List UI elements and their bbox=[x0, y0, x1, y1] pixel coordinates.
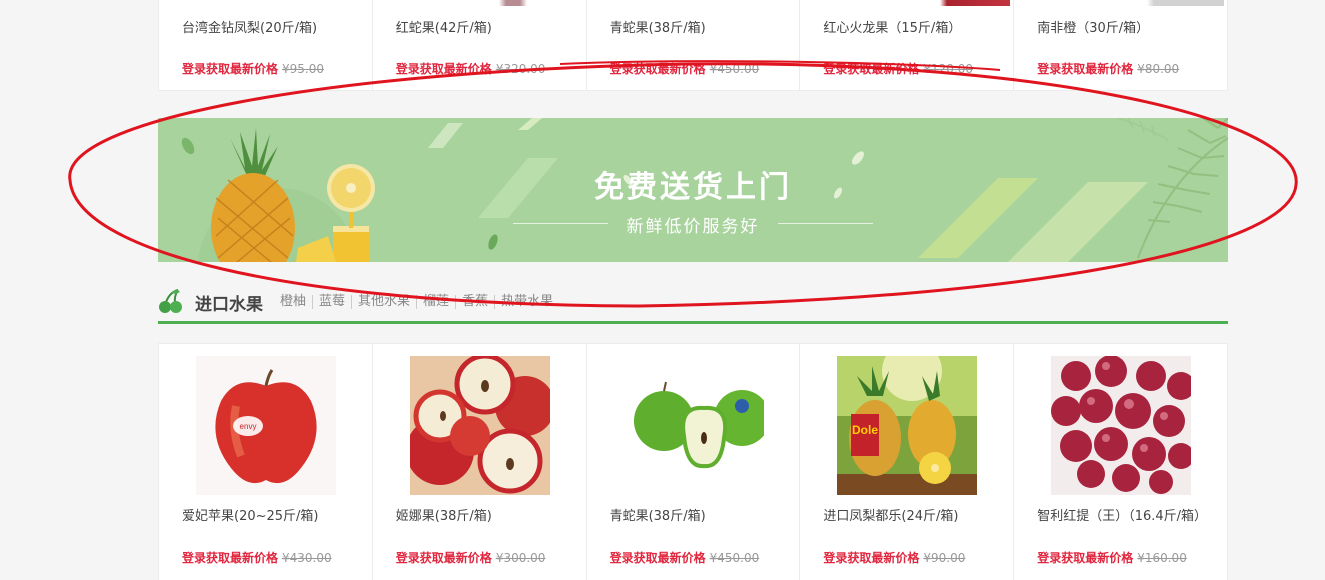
product-image[interactable] bbox=[229, 0, 369, 6]
product-name[interactable]: 智利红提（王）（16.4斤/箱） bbox=[1037, 505, 1207, 524]
product-name[interactable]: 南非橙（30斤/箱） bbox=[1037, 17, 1149, 36]
category-tag[interactable]: 热带水果 bbox=[494, 295, 559, 309]
login-price-link[interactable]: 登录获取最新价格 bbox=[182, 62, 278, 76]
product-image[interactable] bbox=[442, 0, 583, 6]
red-grapes-image[interactable] bbox=[1051, 356, 1192, 495]
svg-text:envy: envy bbox=[240, 422, 257, 431]
svg-text:Dole: Dole bbox=[852, 423, 878, 437]
section-title[interactable]: 进口水果 bbox=[195, 290, 263, 315]
product-card[interactable]: Dole 进口凤梨都乐(24斤/箱) 登录获取最新价格 ¥90.00 bbox=[800, 344, 1015, 580]
original-price: ¥95.00 bbox=[282, 62, 325, 76]
product-image[interactable] bbox=[656, 0, 797, 6]
product-image[interactable] bbox=[1084, 0, 1225, 6]
free-delivery-banner[interactable]: 免费送货上门 新鲜低价服务好 bbox=[158, 118, 1228, 262]
original-price: ¥450.00 bbox=[709, 551, 760, 565]
product-name[interactable]: 爱妃苹果(20~25斤/箱) bbox=[182, 505, 319, 524]
login-price-link[interactable]: 登录获取最新价格 bbox=[1037, 551, 1133, 565]
login-price-link[interactable]: 登录获取最新价格 bbox=[396, 551, 492, 565]
banner-subtitle: 新鲜低价服务好 bbox=[626, 217, 760, 237]
product-image[interactable] bbox=[870, 0, 1011, 6]
product-card[interactable]: 智利红提（王）（16.4斤/箱） 登录获取最新价格 ¥160.00 bbox=[1014, 344, 1227, 580]
login-price-link[interactable]: 登录获取最新价格 bbox=[610, 551, 706, 565]
category-tag[interactable]: 榴莲 bbox=[416, 295, 455, 309]
top-product-row: 台湾金钻凤梨(20斤/箱) 登录获取最新价格 ¥95.00 红蛇果(42斤/箱) … bbox=[158, 0, 1228, 91]
banner-title: 免费送货上门 bbox=[594, 170, 792, 205]
product-card[interactable]: 台湾金钻凤梨(20斤/箱) 登录获取最新价格 ¥95.00 bbox=[159, 0, 373, 90]
product-name[interactable]: 姬娜果(38斤/箱) bbox=[396, 505, 492, 524]
login-price-link[interactable]: 登录获取最新价格 bbox=[610, 62, 706, 76]
product-card[interactable]: 青蛇果(38斤/箱) 登录获取最新价格 ¥450.00 bbox=[587, 0, 801, 90]
category-tag[interactable]: 其他水果 bbox=[351, 295, 416, 309]
sliced-apples-image[interactable] bbox=[409, 356, 550, 495]
product-name[interactable]: 红蛇果(42斤/箱) bbox=[396, 17, 492, 36]
login-price-link[interactable]: 登录获取最新价格 bbox=[182, 551, 278, 565]
pineapple-image[interactable]: Dole bbox=[837, 356, 978, 495]
category-tag[interactable]: 橙柚 bbox=[280, 295, 312, 309]
original-price: ¥160.00 bbox=[1137, 551, 1187, 565]
original-price: ¥320.00 bbox=[495, 62, 546, 76]
category-tag[interactable]: 香蕉 bbox=[455, 295, 494, 309]
green-apples-image[interactable] bbox=[623, 356, 764, 495]
product-card[interactable]: 红蛇果(42斤/箱) 登录获取最新价格 ¥320.00 bbox=[373, 0, 587, 90]
red-apple-image[interactable]: envy bbox=[196, 356, 336, 495]
category-tag[interactable]: 蓝莓 bbox=[312, 295, 351, 309]
section-header: 进口水果 橙柚 蓝莓 其他水果 榴莲 香蕉 热带水果 bbox=[158, 282, 1228, 324]
login-price-link[interactable]: 登录获取最新价格 bbox=[1037, 62, 1133, 76]
original-price: ¥300.00 bbox=[495, 551, 546, 565]
product-card[interactable]: 南非橙（30斤/箱） 登录获取最新价格 ¥80.00 bbox=[1014, 0, 1227, 90]
product-card[interactable]: 红心火龙果（15斤/箱） 登录获取最新价格 ¥120.00 bbox=[800, 0, 1015, 90]
login-price-link[interactable]: 登录获取最新价格 bbox=[823, 551, 919, 565]
original-price: ¥120.00 bbox=[923, 62, 974, 76]
category-tags: 橙柚 蓝莓 其他水果 榴莲 香蕉 热带水果 bbox=[280, 295, 559, 309]
product-card[interactable]: envy 爱妃苹果(20~25斤/箱) 登录获取最新价格 ¥430.00 bbox=[159, 344, 373, 580]
login-price-link[interactable]: 登录获取最新价格 bbox=[396, 62, 492, 76]
original-price: ¥450.00 bbox=[709, 62, 760, 76]
cherry-icon bbox=[159, 289, 182, 313]
original-price: ¥80.00 bbox=[1137, 62, 1180, 76]
product-name[interactable]: 青蛇果(38斤/箱) bbox=[610, 505, 706, 524]
original-price: ¥430.00 bbox=[282, 551, 332, 565]
product-card[interactable]: 姬娜果(38斤/箱) 登录获取最新价格 ¥300.00 bbox=[373, 344, 587, 580]
imported-fruit-product-row: envy 爱妃苹果(20~25斤/箱) 登录获取最新价格 ¥430.00 姬娜果(… bbox=[158, 343, 1228, 580]
product-name[interactable]: 进口凤梨都乐(24斤/箱) bbox=[823, 505, 958, 524]
product-card[interactable]: 青蛇果(38斤/箱) 登录获取最新价格 ¥450.00 bbox=[587, 344, 801, 580]
product-name[interactable]: 台湾金钻凤梨(20斤/箱) bbox=[182, 17, 317, 36]
product-name[interactable]: 青蛇果(38斤/箱) bbox=[610, 17, 706, 36]
original-price: ¥90.00 bbox=[923, 551, 966, 565]
login-price-link[interactable]: 登录获取最新价格 bbox=[823, 62, 919, 76]
product-name[interactable]: 红心火龙果（15斤/箱） bbox=[823, 17, 961, 36]
